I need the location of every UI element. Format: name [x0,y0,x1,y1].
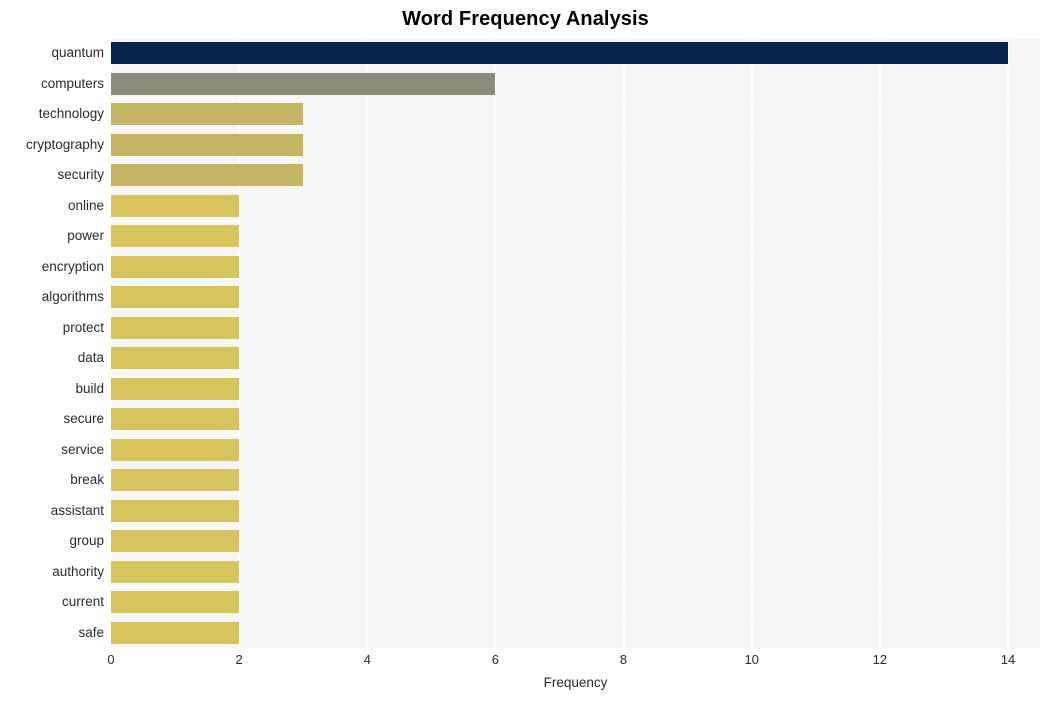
bar[interactable] [111,134,303,156]
y-axis-tick-label: online [67,198,104,213]
y-axis-tick-label: security [57,167,104,182]
horizontal-gridline [111,282,1040,283]
horizontal-gridline [111,69,1040,70]
x-axis-tick-label: 4 [363,652,371,667]
bar[interactable] [111,622,239,644]
x-axis-tick-label: 2 [235,652,243,667]
y-axis-tick-label: build [75,381,104,396]
horizontal-gridline [111,99,1040,100]
y-axis-tick-label: quantum [51,45,104,60]
bar[interactable] [111,439,239,461]
x-axis-title: Frequency [543,675,608,690]
bar[interactable] [111,591,239,613]
bar[interactable] [111,164,303,186]
vertical-gridline [750,38,753,648]
bar[interactable] [111,195,239,217]
bar[interactable] [111,469,239,491]
bar[interactable] [111,103,303,125]
x-axis-tick-label: 14 [1000,652,1016,667]
x-axis-tick-label: 10 [744,652,759,667]
x-axis-tick-label: 8 [619,652,628,667]
bar[interactable] [111,408,239,430]
plot-area [111,38,1040,648]
y-axis-tick-label: authority [52,564,104,579]
y-axis-tick-label: current [61,594,104,609]
bar[interactable] [111,73,495,95]
horizontal-gridline [111,221,1040,222]
y-axis-tick-label: service [61,442,104,457]
y-axis-tick-label: technology [38,106,104,121]
y-axis-tick-label: safe [78,625,104,640]
horizontal-gridline [111,618,1040,619]
horizontal-gridline [111,38,1040,39]
y-axis-tick-label: data [77,350,104,365]
y-axis-tick-label: encryption [41,259,104,274]
y-axis-tick-labels: quantum computers technology cryptography se… [0,38,104,648]
x-axis-tick-label: 6 [491,652,500,667]
bar[interactable] [111,347,239,369]
y-axis-tick-label: group [69,533,104,548]
y-axis-tick-label: break [70,472,104,487]
horizontal-gridline [111,130,1040,131]
vertical-gridline [366,38,369,648]
y-axis-tick-label: algorithms [41,289,104,304]
x-axis-tick-label: 12 [872,652,888,667]
y-axis-tick-label: computers [40,76,104,91]
horizontal-gridline [111,526,1040,527]
bar[interactable] [111,378,239,400]
horizontal-gridline [111,587,1040,588]
bar[interactable] [111,286,239,308]
word-frequency-chart: Word Frequency Analysis quantum computers… [0,0,1051,701]
vertical-gridline [494,38,497,648]
horizontal-gridline [111,496,1040,497]
y-axis-tick-label: protect [62,320,104,335]
horizontal-gridline [111,313,1040,314]
vertical-gridline [1006,38,1009,648]
y-axis-tick-label: power [67,228,104,243]
x-axis-tick-label: 0 [107,652,115,667]
horizontal-gridline [111,465,1040,466]
bar[interactable] [111,530,239,552]
horizontal-gridline [111,557,1040,558]
chart-title: Word Frequency Analysis [402,8,649,30]
bar[interactable] [111,500,239,522]
vertical-gridline [238,38,241,648]
horizontal-gridline [111,435,1040,436]
bar[interactable] [111,42,1008,64]
y-axis-tick-label: assistant [50,503,104,518]
bar[interactable] [111,561,239,583]
bar[interactable] [111,256,239,278]
bar[interactable] [111,317,239,339]
horizontal-gridline [111,191,1040,192]
horizontal-gridline [111,343,1040,344]
vertical-gridline [111,38,112,648]
horizontal-gridline [111,160,1040,161]
horizontal-gridline [111,374,1040,375]
vertical-gridline [622,38,625,648]
horizontal-gridline [111,252,1040,253]
y-axis-tick-label: secure [63,411,104,426]
y-axis-tick-label: cryptography [25,137,104,152]
horizontal-gridline [111,404,1040,405]
bar[interactable] [111,225,239,247]
vertical-gridline [878,38,881,648]
